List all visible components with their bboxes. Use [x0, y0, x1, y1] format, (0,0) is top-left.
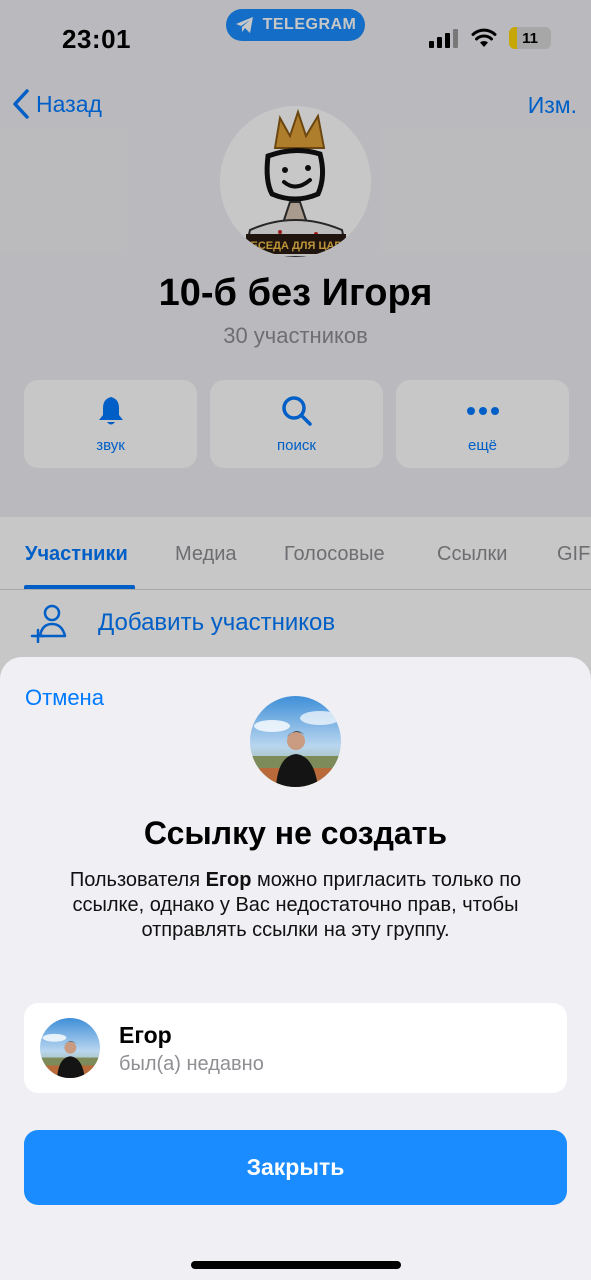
telegram-pill[interactable]: TELEGRAM: [226, 9, 365, 41]
avatar-caption: БЕСЕДА ДЛЯ ЦАРЯ: [243, 240, 350, 252]
bell-icon: [98, 396, 123, 424]
search-button[interactable]: поиск: [210, 380, 383, 468]
tab-links[interactable]: Ссылки: [437, 543, 507, 566]
user-card[interactable]: Егор был(а) недавно: [24, 1003, 567, 1093]
battery-level: 11: [522, 29, 538, 47]
more-label: ещё: [467, 436, 498, 454]
tab-media[interactable]: Медиа: [175, 543, 237, 566]
wifi-icon: [471, 28, 497, 47]
home-indicator: [191, 1261, 401, 1269]
user-status: был(а) недавно: [119, 1053, 264, 1075]
message-user: Егор: [205, 869, 252, 891]
more-button[interactable]: ещё: [396, 380, 569, 468]
user-photo: [250, 696, 341, 787]
sheet-message: Пользователя Егор можно пригласить тольк…: [60, 868, 531, 943]
back-label: Назад: [36, 90, 102, 117]
back-button[interactable]: Назад: [10, 88, 102, 120]
user-name: Егор: [119, 1022, 172, 1048]
user-photo-small: [40, 1018, 100, 1078]
more-icon: [466, 406, 499, 415]
tab-members[interactable]: Участники: [25, 543, 128, 566]
telegram-pill-label: TELEGRAM: [262, 16, 357, 33]
invite-error-sheet: Отмена Ссылку не создать Пользователя Ег…: [0, 657, 591, 1280]
add-user-icon: [30, 604, 67, 643]
battery-icon: 11: [509, 27, 551, 49]
screen: 23:01 TELEGRAM 11 Назад Изм. БЕСЕДА ДЛЯ …: [0, 0, 591, 1280]
tab-gif[interactable]: GIF: [557, 543, 590, 566]
sound-button[interactable]: звук: [24, 380, 197, 468]
group-avatar[interactable]: БЕСЕДА ДЛЯ ЦАРЯ: [220, 106, 371, 257]
add-members-button[interactable]: Добавить участников: [30, 603, 335, 643]
action-buttons: звук поиск ещё: [24, 380, 569, 468]
close-button[interactable]: Закрыть: [24, 1130, 567, 1205]
group-name: 10-б без Игоря: [158, 272, 433, 314]
members-count: 30 участников: [223, 323, 368, 348]
chevron-left-icon: [13, 89, 29, 119]
signal-icon: [429, 29, 458, 48]
edit-button[interactable]: Изм.: [528, 92, 577, 119]
tab-voice[interactable]: Голосовые: [284, 543, 385, 566]
message-prefix: Пользователя: [69, 869, 206, 891]
user-avatar: [40, 1018, 100, 1078]
tab-bar: Участники Медиа Голосовые Ссылки GIF: [0, 517, 591, 590]
sheet-title: Ссылку не создать: [143, 815, 448, 851]
telegram-icon: [235, 17, 253, 33]
user-avatar-large: [250, 696, 341, 787]
status-indicators: 11: [429, 27, 551, 49]
search-icon: [281, 395, 312, 426]
status-time: 23:01: [62, 24, 131, 54]
search-label: поиск: [277, 436, 316, 454]
sound-label: звук: [96, 436, 125, 454]
active-tab-indicator: [24, 585, 135, 589]
add-members-label: Добавить участников: [98, 609, 336, 636]
cancel-button[interactable]: Отмена: [25, 685, 104, 711]
group-avatar-drawing: БЕСЕДА ДЛЯ ЦАРЯ: [220, 106, 371, 257]
